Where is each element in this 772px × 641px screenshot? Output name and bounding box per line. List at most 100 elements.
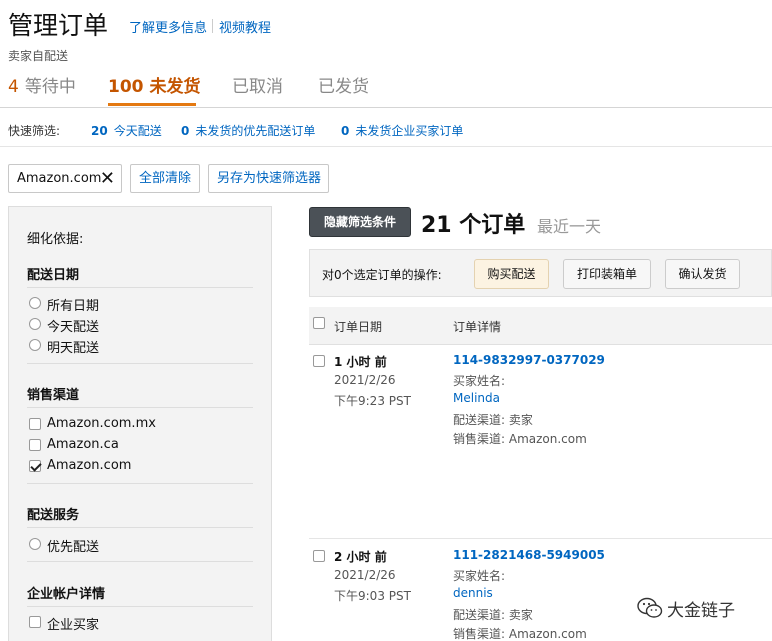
buyer-name-label: 买家姓名: [453, 569, 506, 583]
quick-filter-count: 0 [341, 124, 350, 138]
radio-all-dates[interactable] [29, 297, 41, 313]
radio-ship-today[interactable] [29, 318, 41, 334]
active-filter-chip[interactable]: Amazon.com ✕ [8, 164, 122, 193]
tab-unshipped[interactable]: 100 未发货 [108, 72, 201, 97]
radio-button[interactable] [29, 339, 41, 351]
radio-button[interactable] [29, 318, 41, 330]
tab-cancelled[interactable]: 已取消 [232, 72, 283, 97]
refine-label: 细化依据: [27, 232, 84, 247]
section-divider [27, 561, 253, 562]
order-id-link[interactable]: 111-2821468-5949005 [453, 548, 605, 562]
option-label: 所有日期 [47, 299, 100, 314]
header-divider [212, 19, 213, 33]
option-label: 企业买家 [47, 618, 100, 633]
option-label: Amazon.ca [47, 437, 119, 452]
checkbox-amazon-com-mx[interactable] [29, 418, 41, 434]
tab-shipped[interactable]: 已发货 [318, 72, 369, 97]
row-checkbox[interactable] [313, 550, 325, 562]
tab-count: 4 [8, 77, 19, 97]
fulfillment-channel: 配送渠道: 卖家 [453, 608, 533, 622]
learn-more-link[interactable]: 了解更多信息 [129, 17, 207, 36]
tab-label: 未发货 [149, 77, 201, 97]
buyer-name-link[interactable]: dennis [453, 586, 493, 600]
order-time: 下午9:23 PST [334, 394, 411, 408]
quick-filter-text: 未发货的优先配送订单 [195, 124, 316, 138]
section-divider [27, 363, 253, 364]
radio-ship-tomorrow[interactable] [29, 339, 41, 355]
row-checkbox[interactable] [313, 355, 325, 367]
watermark-text: 大金链子 [667, 601, 735, 621]
option-label: Amazon.com.mx [47, 416, 156, 431]
checkbox-amazon-ca[interactable] [29, 439, 41, 455]
column-header-order-date: 订单日期 [334, 320, 383, 334]
chip-label: Amazon.com [17, 171, 102, 186]
option-label: 今天配送 [47, 320, 100, 335]
section-divider [27, 527, 253, 528]
checkbox[interactable] [29, 439, 41, 451]
order-count: 21 个订单 [421, 213, 526, 238]
radio-button[interactable] [29, 538, 41, 550]
checkbox[interactable] [29, 616, 41, 628]
quick-filter-count: 20 [91, 124, 108, 138]
quick-filter-label: 快速筛选: [8, 124, 61, 138]
tab-label: 已取消 [232, 77, 283, 97]
tab-label: 等待中 [24, 77, 76, 97]
tab-count: 100 [108, 77, 144, 97]
section-divider [27, 606, 253, 607]
wechat-icon [637, 597, 663, 623]
row-divider [309, 538, 772, 539]
section-divider [27, 483, 253, 484]
active-tab-indicator [108, 103, 196, 106]
checkbox-amazon-com[interactable] [29, 460, 41, 476]
confirm-shipment-button[interactable]: 确认发货 [665, 259, 740, 289]
save-quick-filter-button[interactable]: 另存为快速筛选器 [208, 164, 329, 193]
radio-button[interactable] [29, 297, 41, 309]
order-id-link[interactable]: 114-9832997-0377029 [453, 353, 605, 367]
section-divider [27, 287, 253, 288]
section-title-business-details: 企业帐户详情 [27, 587, 106, 602]
option-label: 明天配送 [47, 341, 100, 356]
quick-filter-text: 未发货企业买家订单 [355, 124, 464, 138]
close-icon[interactable]: ✕ [100, 165, 115, 192]
section-title-sales-channel: 销售渠道 [27, 388, 80, 403]
clear-all-button[interactable]: 全部清除 [130, 164, 200, 193]
quick-filter-priority-unshipped[interactable]: 0 未发货的优先配送订单 [181, 122, 315, 139]
quick-filter-ship-today[interactable]: 20 今天配送 [91, 122, 162, 139]
video-tutorial-link[interactable]: 视频教程 [219, 17, 271, 36]
radio-priority-shipping[interactable] [29, 538, 41, 554]
buy-shipping-button[interactable]: 购买配送 [474, 259, 549, 289]
column-header-order-details: 订单详情 [453, 320, 502, 334]
option-label: Amazon.com [47, 458, 132, 473]
fulfillment-channel: 配送渠道: 卖家 [453, 413, 533, 427]
sales-channel: 销售渠道: Amazon.com [453, 627, 587, 641]
order-time: 下午9:03 PST [334, 589, 411, 603]
hide-filters-button[interactable]: 隐藏筛选条件 [309, 207, 411, 237]
quick-filter-divider [0, 146, 772, 147]
bulk-action-label: 对0个选定订单的操作: [322, 268, 442, 282]
checkbox-business-buyer[interactable] [29, 616, 41, 632]
order-age: 1 小时 前 [334, 355, 387, 369]
tabs-divider [0, 107, 772, 108]
order-date: 2021/2/26 [334, 373, 396, 387]
page-subtitle: 卖家自配送 [8, 49, 69, 63]
quick-filter-business-unshipped[interactable]: 0 未发货企业买家订单 [341, 122, 463, 139]
checkbox[interactable] [29, 418, 41, 430]
order-age: 2 小时 前 [334, 550, 387, 564]
quick-filter-text: 今天配送 [113, 124, 162, 138]
section-title-shipping-service: 配送服务 [27, 508, 80, 523]
page-title: 管理订单 [8, 11, 109, 40]
print-packing-slip-button[interactable]: 打印装箱单 [563, 259, 651, 289]
date-range: 最近一天 [537, 217, 602, 236]
section-divider [27, 407, 253, 408]
tab-label: 已发货 [318, 77, 369, 97]
option-label: 优先配送 [47, 540, 100, 555]
order-date: 2021/2/26 [334, 568, 396, 582]
buyer-name-label: 买家姓名: [453, 374, 506, 388]
checkbox-checked[interactable] [29, 460, 41, 472]
sales-channel: 销售渠道: Amazon.com [453, 432, 587, 446]
buyer-name-link[interactable]: Melinda [453, 391, 500, 405]
select-all-checkbox[interactable] [313, 317, 325, 329]
quick-filter-count: 0 [181, 124, 190, 138]
section-title-ship-date: 配送日期 [27, 268, 80, 283]
tab-pending[interactable]: 4 等待中 [8, 72, 76, 97]
